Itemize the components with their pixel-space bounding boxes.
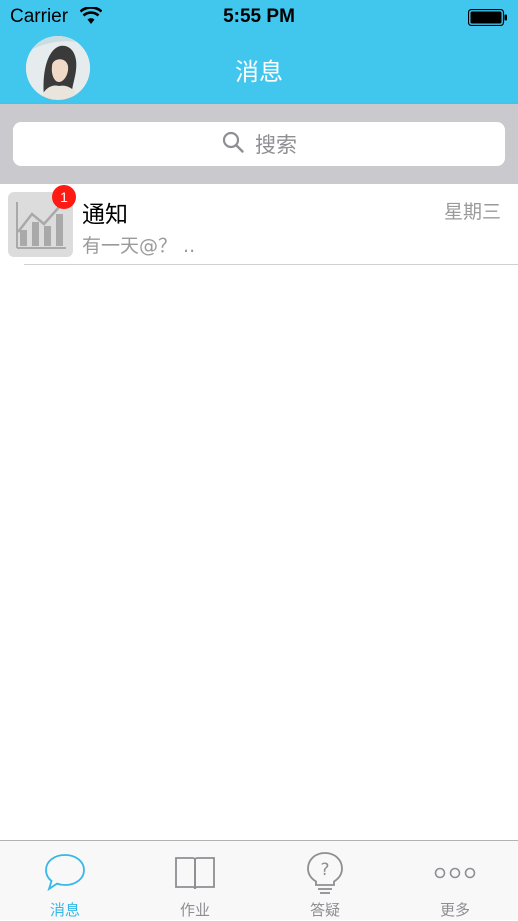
- tab-qa[interactable]: ? 答疑: [260, 841, 390, 921]
- search-placeholder: 搜索: [255, 133, 297, 157]
- tab-messages[interactable]: 消息: [0, 841, 130, 921]
- search-area: 搜索: [0, 104, 518, 184]
- message-preview: 有一天@？ ..: [82, 235, 196, 257]
- clock-time: 5:55 PM: [223, 6, 295, 27]
- tab-label: 作业: [179, 901, 210, 919]
- battery-icon: [467, 8, 508, 30]
- chat-bubble-icon: [0, 851, 130, 899]
- tab-label: 答疑: [309, 901, 340, 919]
- list-item[interactable]: 1 通知 有一天@？ .. 星期三: [0, 184, 518, 265]
- svg-text:?: ?: [320, 860, 329, 880]
- search-icon: [221, 130, 245, 159]
- page-title: 消息: [235, 58, 283, 86]
- nav-bar: 消息: [0, 34, 518, 104]
- search-input[interactable]: 搜索: [13, 122, 505, 166]
- unread-badge: 1: [52, 185, 76, 209]
- divider: [24, 264, 518, 265]
- tab-bar: 消息 作业 ? 答疑 更多: [0, 840, 518, 920]
- tab-label: 更多: [439, 901, 470, 919]
- more-dots-icon: [390, 851, 518, 899]
- tab-label: 消息: [49, 901, 80, 919]
- question-bulb-icon: ?: [260, 851, 390, 899]
- book-icon: [130, 851, 260, 899]
- tab-homework[interactable]: 作业: [130, 841, 260, 921]
- message-title: 通知: [82, 202, 128, 228]
- tab-more[interactable]: 更多: [390, 841, 518, 921]
- message-date: 星期三: [443, 201, 501, 223]
- status-bar: Carrier 5:55 PM: [0, 0, 518, 34]
